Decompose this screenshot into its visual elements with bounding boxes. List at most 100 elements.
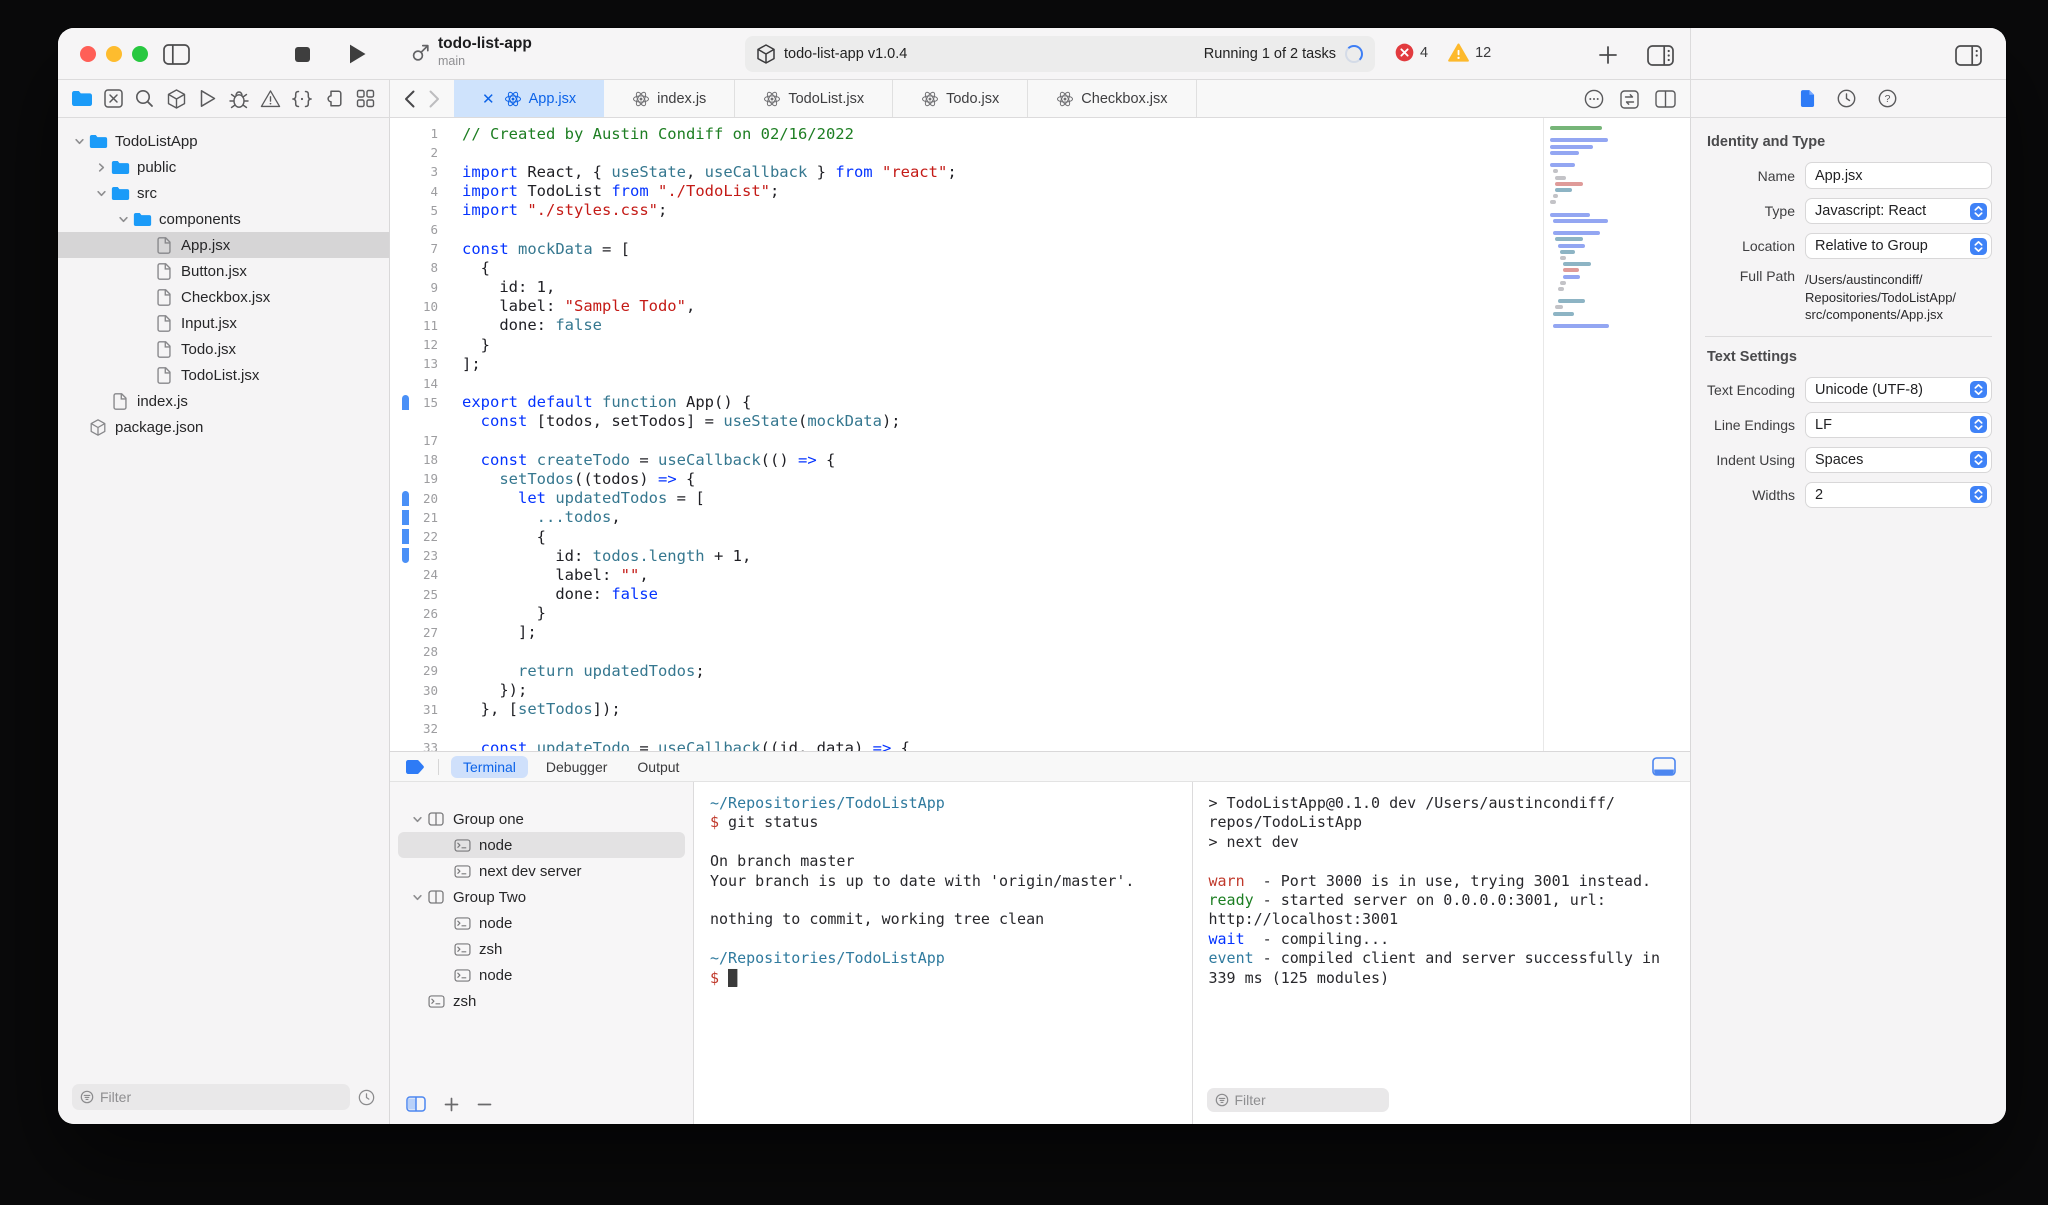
stepper-icon[interactable] (1970, 237, 1987, 255)
chevron-down-icon[interactable] (114, 214, 132, 225)
panel-tab-terminal[interactable]: Terminal (451, 755, 528, 778)
line-number: 5 (430, 202, 438, 218)
terminal-item-group-one[interactable]: Group one (398, 806, 685, 832)
zoom-window-button[interactable] (132, 46, 148, 62)
inspector-dropdown[interactable]: Javascript: React (1805, 198, 1992, 224)
run-button[interactable] (346, 42, 368, 66)
file-tree-item-todolist-jsx[interactable]: TodoList.jsx (58, 362, 389, 388)
split-editor-icon[interactable] (1655, 90, 1676, 108)
navigator-filter-input[interactable]: Filter (72, 1084, 350, 1110)
stepper-icon[interactable] (1970, 451, 1987, 469)
recent-files-filter-icon[interactable] (358, 1089, 375, 1106)
close-window-button[interactable] (80, 46, 96, 62)
forward-icon[interactable] (429, 90, 440, 108)
hide-panel-icon[interactable] (1652, 757, 1676, 776)
history-inspector-icon[interactable] (1837, 89, 1856, 108)
editor-tab-index-js[interactable]: index.js (604, 80, 736, 117)
editor-tab-todolist-jsx[interactable]: TodoList.jsx (735, 80, 894, 117)
terminal-pane-right[interactable]: > TodoListApp@0.1.0 dev /Users/austincon… (1191, 782, 1690, 1124)
terminal-item-next-dev-server[interactable]: next dev server (398, 858, 685, 884)
terminal-filter-input[interactable]: Filter (1206, 1088, 1389, 1112)
chevron-down-icon[interactable] (408, 814, 426, 825)
swap-editor-icon[interactable] (1620, 89, 1639, 109)
file-tree-item-index-js[interactable]: index.js (58, 388, 389, 414)
terminal-item-node[interactable]: node (398, 962, 685, 988)
tag-icon[interactable] (404, 759, 426, 775)
package-navigator-icon[interactable] (164, 87, 188, 111)
terminal-item-node[interactable]: node (398, 832, 685, 858)
editor-tab-todo-jsx[interactable]: Todo.jsx (893, 80, 1029, 117)
terminal-pane-left[interactable]: ~/Repositories/TodoListApp $ git status O… (694, 782, 1192, 1124)
inspector-dropdown[interactable]: LF (1805, 411, 1992, 438)
file-tree-item-components[interactable]: components (58, 206, 389, 232)
remove-terminal-icon[interactable] (477, 1097, 492, 1112)
issue-navigator-icon[interactable] (259, 87, 283, 111)
run-navigator-icon[interactable] (196, 87, 220, 111)
grid-navigator-icon[interactable] (353, 87, 377, 111)
file-tree-item-input-jsx[interactable]: Input.jsx (58, 310, 389, 336)
stepper-icon[interactable] (1970, 202, 1987, 220)
stepper-icon[interactable] (1970, 381, 1987, 399)
code-editor[interactable]: 1// Created by Austin Condiff on 02/16/2… (390, 118, 1690, 751)
help-inspector-icon[interactable]: ? (1878, 89, 1897, 108)
inspector-text-field[interactable] (1805, 162, 1992, 189)
file-tree-item-package-json[interactable]: package.json (58, 414, 389, 440)
terminal-item-node[interactable]: node (398, 910, 685, 936)
minimize-window-button[interactable] (106, 46, 122, 62)
editor-tab-app-jsx[interactable]: ✕ App.jsx (454, 80, 605, 117)
toggle-editor-layout-icon[interactable] (1646, 43, 1674, 67)
extensions-navigator-icon[interactable] (322, 87, 346, 111)
chevron-down-icon[interactable] (408, 892, 426, 903)
split-terminal-icon[interactable] (406, 1096, 426, 1112)
file-tree-item-src[interactable]: src (58, 180, 389, 206)
line-number: 14 (422, 375, 438, 391)
minimap[interactable] (1543, 118, 1690, 751)
symbols-navigator-icon[interactable] (290, 87, 314, 111)
line-number: 19 (422, 471, 438, 487)
file-tree-item-button-jsx[interactable]: Button.jsx (58, 258, 389, 284)
warning-badge[interactable]: 12 (1448, 43, 1491, 62)
chevron-right-icon[interactable] (92, 162, 110, 173)
back-icon[interactable] (404, 90, 415, 108)
panel-tab-debugger[interactable]: Debugger (534, 756, 620, 778)
debug-navigator-icon[interactable] (227, 87, 251, 111)
status-bar[interactable]: todo-list-app v1.0.4 Running 1 of 2 task… (745, 36, 1375, 72)
stepper-icon[interactable] (1970, 416, 1987, 434)
inspector-dropdown[interactable]: Spaces (1805, 446, 1992, 473)
search-navigator-icon[interactable] (133, 87, 157, 111)
file-tree-item-app-jsx[interactable]: App.jsx (58, 232, 389, 258)
line-number: 10 (422, 298, 438, 314)
terminal-item-group-two[interactable]: Group Two (398, 884, 685, 910)
error-badge[interactable]: 4 (1395, 43, 1428, 62)
toggle-left-sidebar-icon[interactable] (162, 42, 190, 66)
svg-text:?: ? (1885, 93, 1891, 105)
project-navigator-icon[interactable] (70, 87, 94, 111)
terminal-item-zsh[interactable]: zsh (398, 936, 685, 962)
chevron-down-icon[interactable] (92, 188, 110, 199)
stop-button[interactable] (292, 44, 312, 64)
add-terminal-icon[interactable] (444, 1097, 459, 1112)
add-editor-icon[interactable] (1596, 43, 1620, 67)
inspector-dropdown[interactable]: Relative to Group (1805, 233, 1992, 259)
inspector-dropdown[interactable]: 2 (1805, 481, 1992, 508)
close-tab-icon[interactable]: ✕ (482, 90, 495, 108)
more-options-icon[interactable] (1584, 89, 1604, 109)
filter-icon (1215, 1093, 1229, 1107)
terminal-line: repos/TodoListApp (1208, 813, 1363, 832)
chevron-down-icon[interactable] (70, 136, 88, 147)
file-inspector-icon[interactable] (1800, 89, 1815, 108)
file-tree-item-public[interactable]: public (58, 154, 389, 180)
terminal-item-zsh[interactable]: zsh (398, 988, 685, 1014)
file-tree-item-checkbox-jsx[interactable]: Checkbox.jsx (58, 284, 389, 310)
code-line: 26 } (390, 604, 1542, 623)
stepper-icon[interactable] (1970, 486, 1987, 504)
panel-tab-output[interactable]: Output (625, 756, 691, 778)
toggle-right-sidebar-icon[interactable] (1954, 43, 1982, 67)
project-title-group[interactable]: todo-list-app main (410, 35, 532, 68)
minimap-line (1550, 157, 1690, 161)
file-tree-item-todo-jsx[interactable]: Todo.jsx (58, 336, 389, 362)
file-tree-item-todolistapp[interactable]: TodoListApp (58, 128, 389, 154)
inspector-dropdown[interactable]: Unicode (UTF-8) (1805, 376, 1992, 403)
editor-tab-checkbox-jsx[interactable]: Checkbox.jsx (1028, 80, 1197, 117)
source-control-navigator-icon[interactable] (101, 87, 125, 111)
